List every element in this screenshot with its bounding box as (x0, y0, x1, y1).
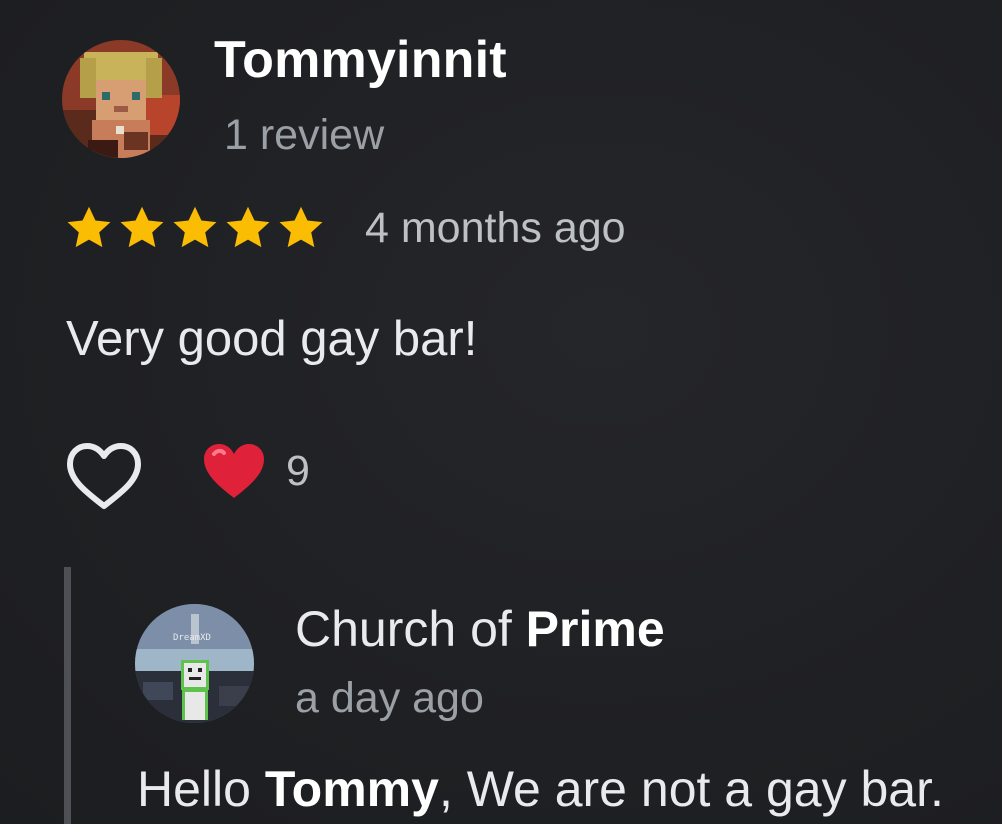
star-icon (173, 206, 217, 248)
reviewer-review-count: 1 review (224, 111, 385, 159)
star-icon (226, 206, 270, 248)
reviewer-name[interactable]: Tommyinnit (214, 30, 507, 90)
pixel-avatar-icon (62, 40, 180, 158)
review-timestamp: 4 months ago (365, 204, 626, 252)
reply-divider (64, 567, 71, 824)
reply-text-prefix: Hello (137, 761, 265, 817)
reaction-summary[interactable]: 9 (202, 440, 310, 502)
review-text: Very good gay bar! (66, 312, 478, 366)
reply-text-bold: Tommy (264, 761, 439, 817)
reviewer-avatar[interactable] (62, 40, 180, 158)
reply-avatar[interactable]: DreamXD (135, 604, 254, 723)
pixel-avatar-icon: DreamXD (135, 604, 254, 723)
star-icon (279, 206, 323, 248)
reply-author[interactable]: Church of Prime (295, 600, 665, 658)
red-heart-emoji-icon (204, 444, 264, 498)
reply-author-bold: Prime (525, 601, 665, 657)
heart-outline-icon (67, 443, 141, 509)
star-icon (120, 206, 164, 248)
star-icon (67, 206, 111, 248)
reply-text-rest: , We are not a gay bar. (438, 761, 944, 817)
avatar-label: DreamXD (173, 633, 211, 643)
reply-text: Hello Tommy, We are not a gay bar. (137, 760, 944, 818)
star-rating (64, 203, 326, 255)
reply-timestamp: a day ago (295, 674, 484, 722)
review-screen: Tommyinnit 1 review 4 months ago Very go… (0, 0, 1002, 824)
reply-author-prefix: Church of (295, 601, 526, 657)
like-button[interactable] (64, 440, 144, 514)
reaction-count: 9 (286, 446, 310, 495)
